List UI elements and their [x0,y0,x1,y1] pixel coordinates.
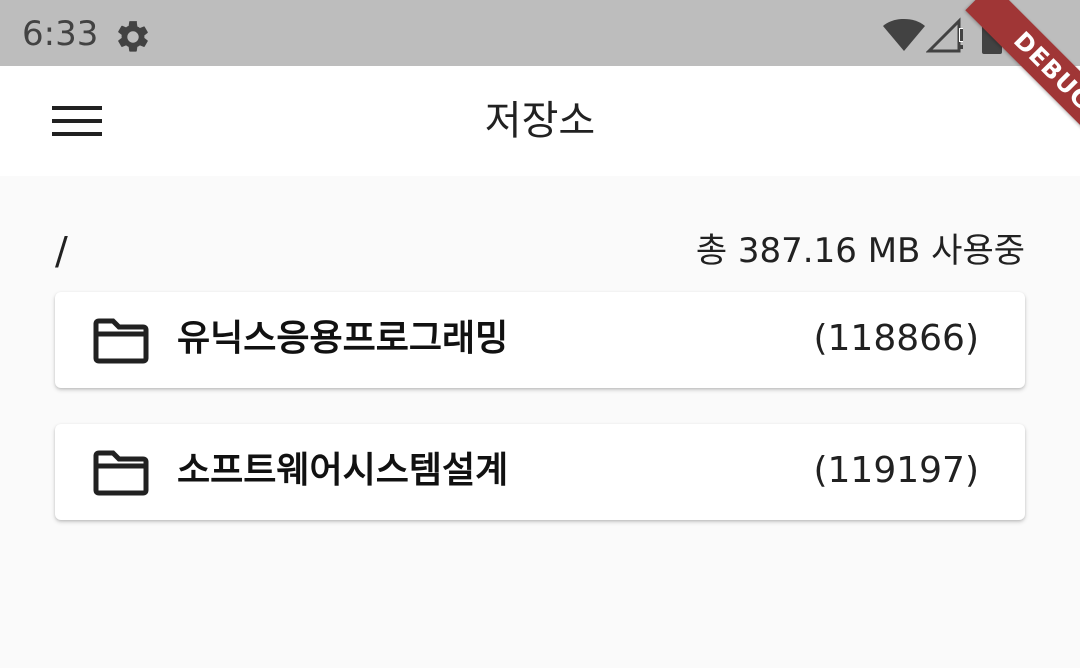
folder-count: (119197) [813,450,979,491]
storage-info-row: / 총 387.16 MB 사용중 [55,228,1025,274]
folder-icon [93,450,149,496]
current-path: / [55,229,68,273]
folder-card[interactable]: 유닉스응용프로그래밍 (118866) [55,292,1025,388]
page-title: 저장소 [484,98,596,144]
folder-name: 유닉스응용프로그래밍 [177,318,509,359]
gear-icon [118,21,148,52]
folder-icon [93,318,149,364]
status-bar: 6:33 [0,0,1080,66]
screen: 6:33 저장소 DEBUG / 총 387.16 MB 사용중 유닉스응용프로… [0,0,1080,668]
folder-name: 소프트웨어시스템설계 [177,450,509,491]
status-time: 6:33 [22,14,99,54]
wifi-icon [883,19,925,51]
signal-icon [926,17,963,53]
app-bar: 저장소 [0,66,1080,176]
storage-usage: 총 387.16 MB 사용중 [695,231,1025,271]
folder-count: (118866) [813,318,979,359]
folder-card[interactable]: 소프트웨어시스템설계 (119197) [55,424,1025,520]
